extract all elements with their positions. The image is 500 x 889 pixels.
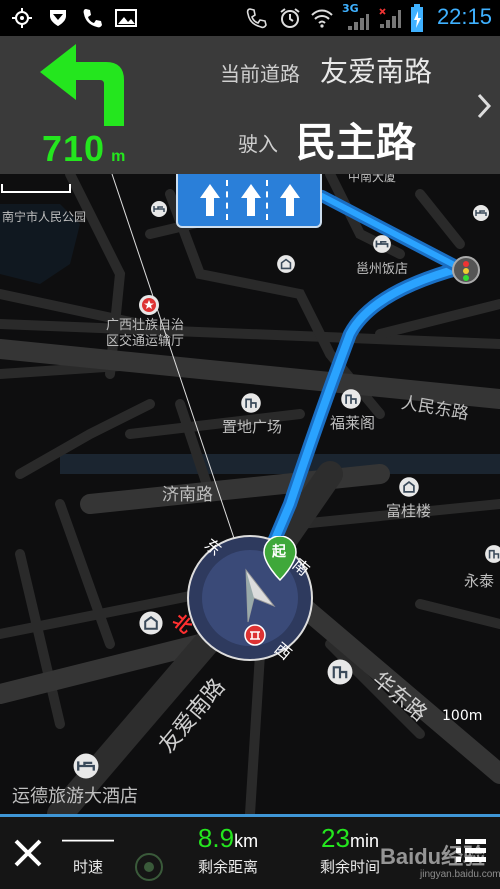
speed-value: —— bbox=[62, 823, 114, 853]
image-icon bbox=[115, 9, 137, 27]
speed-limit-icon bbox=[135, 853, 163, 881]
wifi-icon bbox=[311, 9, 333, 28]
lane-straight-icon bbox=[280, 184, 300, 216]
close-navigation-button[interactable] bbox=[10, 835, 46, 871]
poi-hotel1: 邕州饭店 bbox=[356, 262, 409, 277]
poi-yongtai: 永泰 bbox=[464, 572, 495, 590]
hotel-icon[interactable] bbox=[150, 200, 168, 218]
lane-straight-icon bbox=[241, 184, 261, 216]
building-icon[interactable] bbox=[326, 658, 354, 686]
enter-label: 驶入 bbox=[238, 132, 278, 156]
building-icon[interactable] bbox=[276, 254, 296, 274]
speed-stat: —— 时速 bbox=[58, 823, 118, 877]
phone-icon bbox=[83, 9, 102, 28]
signal-icon bbox=[379, 8, 401, 28]
government-icon[interactable] bbox=[138, 294, 160, 316]
battery-charging-icon bbox=[411, 4, 423, 32]
poi-traffic-office: 广西壮族自治 区交通运输厅 bbox=[106, 318, 185, 349]
alarm-icon bbox=[280, 8, 300, 28]
start-marker: 起 bbox=[262, 536, 298, 582]
turn-distance-value: 710 bbox=[42, 128, 106, 169]
speed-label: 时速 bbox=[72, 858, 103, 876]
building-icon[interactable] bbox=[398, 476, 420, 498]
poi-park: 南宁市人民公园 bbox=[2, 210, 87, 224]
poi-yunde-hotel: 运德旅游大酒店 bbox=[12, 786, 138, 807]
building-icon[interactable] bbox=[340, 388, 362, 410]
hotel-icon[interactable] bbox=[72, 752, 100, 780]
start-marker-label: 起 bbox=[272, 544, 286, 560]
turn-distance: 710 m bbox=[42, 128, 126, 170]
watermark-sub: jingyan.baidu.com bbox=[420, 869, 500, 880]
status-bar: 3G 22:15 bbox=[0, 0, 500, 36]
map-roads bbox=[0, 174, 500, 814]
hotel-icon[interactable] bbox=[472, 204, 490, 222]
scale-bar bbox=[1, 184, 71, 193]
turn-left-icon bbox=[40, 44, 124, 126]
road-jinan: 济南路 bbox=[162, 485, 213, 505]
remaining-time-unit: min bbox=[349, 831, 379, 851]
signal-3g-icon: 3G bbox=[342, 2, 372, 30]
shield-icon bbox=[50, 10, 66, 26]
current-road-label: 当前道路 bbox=[220, 62, 300, 86]
traffic-light-icon bbox=[452, 256, 480, 284]
remaining-time-value: 23 bbox=[321, 823, 350, 853]
poi-zhidi: 置地广场 bbox=[222, 418, 283, 436]
phone-call-icon bbox=[246, 8, 267, 29]
remaining-distance-value: 8.9 bbox=[197, 823, 235, 853]
remaining-distance-stat: 8.9km 剩余距离 bbox=[180, 823, 276, 877]
scale-label: 100m bbox=[442, 708, 483, 724]
hotel-icon[interactable] bbox=[372, 234, 392, 254]
remaining-distance-label: 剩余距离 bbox=[197, 858, 258, 876]
map-view[interactable]: 南宁市人民公园 中南大厦 邕州饭店 广西壮族自治 区交通运输厅 人民东路 置地广… bbox=[0, 174, 500, 814]
building-icon[interactable] bbox=[138, 610, 164, 636]
poi-fulai: 福莱阁 bbox=[330, 414, 376, 432]
remaining-distance-unit: km bbox=[234, 831, 259, 851]
navigation-header: 710 m 当前道路 友爱南路 驶入 民主路 bbox=[0, 36, 500, 174]
lane-guidance bbox=[176, 174, 322, 228]
building-icon[interactable] bbox=[484, 544, 500, 564]
lane-straight-icon bbox=[200, 184, 220, 216]
gps-icon bbox=[12, 8, 32, 28]
poi-top-street: 中南大厦 bbox=[348, 174, 397, 184]
bottom-bar: —— 时速 8.9km 剩余距离 23min 剩余时间 Baidu经验 jing… bbox=[0, 814, 500, 889]
clock: 22:15 bbox=[436, 4, 492, 29]
building-icon[interactable] bbox=[240, 392, 262, 414]
chevron-right-icon[interactable] bbox=[476, 92, 492, 120]
poi-fugui: 富桂楼 bbox=[386, 502, 432, 520]
turn-distance-unit: m bbox=[111, 148, 127, 165]
current-road: 友爱南路 bbox=[320, 55, 433, 88]
metro-icon bbox=[244, 624, 266, 646]
menu-icon[interactable] bbox=[456, 837, 486, 865]
next-road: 民主路 bbox=[296, 120, 416, 166]
